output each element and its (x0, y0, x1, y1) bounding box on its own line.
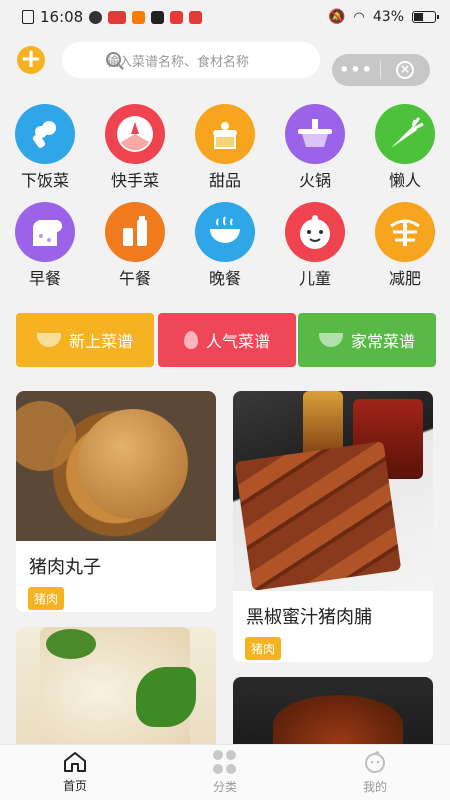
category-label: 甜品 (208, 171, 241, 190)
nav-home[interactable]: 首页 (0, 745, 150, 800)
recipe-title: 猪肉丸子 (29, 557, 101, 578)
recipe-card[interactable]: 黑椒蜜汁猪肉脯 猪肉 (233, 391, 433, 662)
category-item[interactable]: 晚餐 (185, 202, 265, 289)
category-item[interactable]: 火锅 (275, 104, 355, 191)
more-button[interactable]: ••• (332, 62, 380, 78)
recipe-card[interactable]: 猪肉丸子 猪肉 (16, 391, 216, 612)
category-label: 快手菜 (110, 171, 159, 190)
category-label: 午餐 (118, 269, 151, 288)
status-indicators: 🔕 ◠ 43% (328, 9, 439, 25)
category-item[interactable]: 下饭菜 (5, 104, 85, 191)
header: + 输入菜谱名称、食材名称 ••• × (0, 36, 450, 88)
battery-icon (412, 11, 439, 23)
category-item[interactable]: 减肥 (365, 202, 445, 289)
category-label: 儿童 (298, 269, 331, 288)
app-icon (132, 10, 146, 24)
nav-category[interactable]: 分类 (150, 745, 300, 800)
category-label: 火锅 (298, 171, 331, 190)
broccoli-icon (15, 104, 75, 164)
nav-label: 我的 (362, 780, 387, 794)
status-bar: 16:08 🔕 ◠ 43% (0, 0, 450, 34)
hotpot-icon (285, 104, 345, 164)
grid-icon (213, 750, 237, 774)
mini-program-capsule: ••• × (332, 54, 430, 86)
app-icon (89, 10, 103, 24)
close-icon: × (396, 61, 414, 79)
category-label: 懒人 (388, 171, 421, 190)
home-icon (64, 752, 86, 772)
scale-icon (375, 202, 435, 262)
search-placeholder: 输入菜谱名称、食材名称 (106, 54, 250, 70)
app-icon (170, 10, 184, 24)
category-label: 晚餐 (208, 269, 241, 288)
tab-new-recipes[interactable]: 新上菜谱 (16, 313, 154, 367)
bowl-icon (195, 202, 255, 262)
cake-icon (195, 104, 255, 164)
recipe-title: 黑椒蜜汁猪肉脯 (246, 607, 372, 628)
flame-icon (183, 331, 198, 349)
bottom-nav: 首页 分类 我的 (0, 744, 450, 800)
tab-label: 人气菜谱 (205, 332, 270, 351)
recipe-photo (233, 391, 433, 591)
status-time: 16:08 (40, 8, 84, 26)
fan-icon (105, 104, 165, 164)
category-label: 减肥 (388, 269, 421, 288)
category-label: 下饭菜 (20, 171, 69, 190)
app-icon (189, 10, 203, 24)
bottles-icon (105, 202, 165, 262)
nav-label: 分类 (212, 780, 237, 794)
battery-percent: 43% (372, 9, 404, 25)
search-input[interactable]: 输入菜谱名称、食材名称 (62, 42, 320, 78)
nav-label: 首页 (62, 779, 87, 793)
tab-label: 家常菜谱 (350, 332, 415, 351)
tab-home-recipes[interactable]: 家常菜谱 (298, 313, 436, 367)
carrot-icon (375, 104, 435, 164)
tab-popular-recipes[interactable]: 人气菜谱 (158, 313, 296, 367)
close-button[interactable]: × (381, 61, 429, 79)
app-icon (108, 10, 127, 24)
recipe-card[interactable] (16, 627, 216, 757)
recipe-photo (16, 627, 216, 757)
recipe-tag: 猪肉 (28, 587, 65, 610)
app-icon (151, 10, 165, 24)
tab-label: 新上菜谱 (68, 332, 133, 351)
category-label: 早餐 (28, 269, 61, 288)
category-item[interactable]: 儿童 (275, 202, 355, 289)
nav-me[interactable]: 我的 (300, 745, 450, 800)
category-item[interactable]: 懒人 (365, 104, 445, 191)
category-item[interactable]: 快手菜 (95, 104, 175, 191)
mute-icon: 🔕 (328, 9, 346, 25)
bowl-icon (36, 333, 61, 347)
bowl-icon (318, 333, 343, 347)
search-icon (106, 52, 121, 67)
baby-icon (285, 202, 345, 262)
recipe-photo (16, 391, 216, 541)
plus-icon[interactable]: + (17, 46, 45, 74)
category-item[interactable]: 午餐 (95, 202, 175, 289)
toast-icon (15, 202, 75, 262)
category-item[interactable]: 甜品 (185, 104, 265, 191)
notification-icon (22, 10, 34, 24)
category-grid: 下饭菜 快手菜 甜品 火锅 懒人 早餐 午餐 晚餐 儿童 减肥 (0, 90, 450, 290)
recipe-tag: 猪肉 (245, 637, 282, 660)
face-icon (365, 751, 385, 773)
category-item[interactable]: 早餐 (5, 202, 85, 289)
wifi-icon: ◠ (353, 9, 365, 25)
